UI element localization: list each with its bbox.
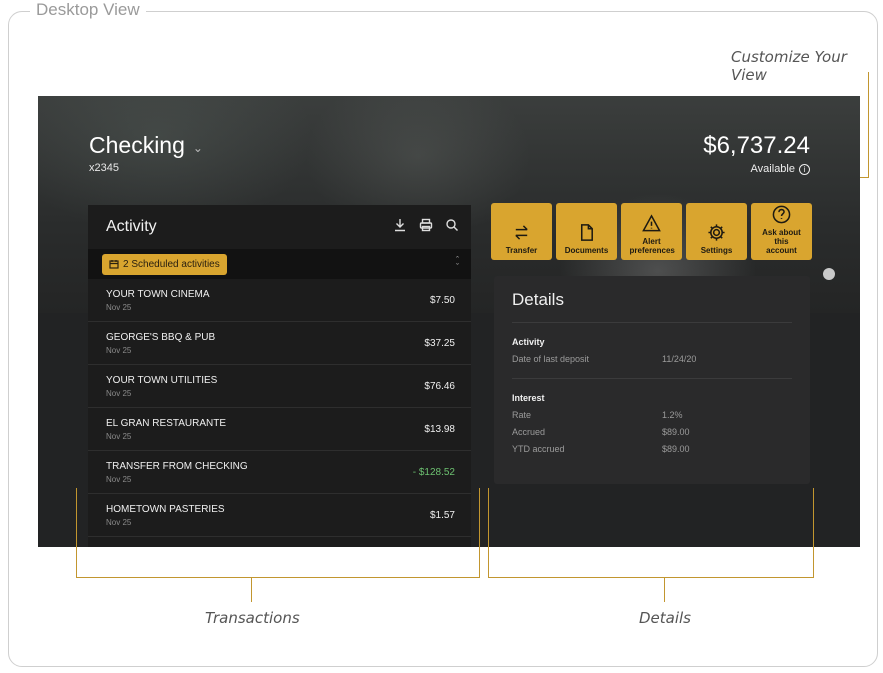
settings-button[interactable]: Settings (686, 203, 747, 260)
transaction-name: TRANSFER FROM CHECKING (106, 460, 248, 472)
scheduled-activities-button[interactable]: 2 Scheduled activities (102, 253, 227, 275)
transaction-date: Nov 25 (106, 345, 132, 355)
transaction-row[interactable]: YOUR TOWN UTILITIES Nov 25 $76.46 (88, 365, 471, 408)
calendar-icon (109, 260, 119, 269)
transaction-row[interactable]: YOUR TOWN CINEMA Nov 25 $7.50 (88, 279, 471, 322)
transaction-info: EL GRAN RESTAURANTE Nov 25 (106, 418, 226, 441)
scheduled-activities-label: 2 Scheduled activities (123, 258, 220, 270)
app-screen: Checking ⌄ x2345 $6,737.24 Available i A… (38, 96, 860, 547)
transaction-date: Nov 25 (106, 388, 132, 398)
details-panel: Details Activity Date of last deposit 11… (494, 276, 810, 484)
transaction-info: YOUR TOWN CINEMA Nov 25 (106, 289, 210, 312)
transaction-info: TRANSFER FROM CHECKING Nov 25 (106, 461, 248, 484)
customize-connector (868, 72, 869, 177)
alert-icon (642, 214, 661, 232)
transfer-button[interactable]: Transfer (491, 203, 552, 260)
alert-preferences-button[interactable]: Alert preferences (621, 203, 682, 260)
ask-about-account-button[interactable]: Ask about this account (751, 203, 812, 260)
download-icon[interactable] (393, 218, 407, 237)
account-name: Checking (89, 132, 185, 158)
action-tiles: Transfer Documents Alert preferences Set… (491, 203, 812, 260)
transaction-name: YOUR TOWN CINEMA (106, 288, 210, 300)
transaction-amount: $76.46 (424, 380, 455, 392)
details-stem (664, 578, 665, 602)
customize-annotation: Customize Your View (731, 48, 847, 84)
transaction-amount: - $128.52 (412, 466, 455, 478)
available-label: Available (750, 163, 795, 175)
details-divider (512, 378, 792, 379)
transaction-date: Nov 25 (106, 431, 132, 441)
transaction-row[interactable]: GEORGE'S BBQ & PUB Nov 25 $37.25 (88, 322, 471, 365)
account-number: x2345 (89, 162, 119, 174)
sort-icon[interactable]: ˆˇ (456, 256, 459, 272)
stage: Desktop View Customize Your View Checkin… (0, 0, 883, 673)
transaction-name: YOUR TOWN UTILITIES (106, 374, 218, 386)
transaction-amount: $37.25 (424, 337, 455, 349)
activity-toolbar (393, 218, 459, 237)
transactions-stem (251, 578, 252, 602)
activity-header: Activity (88, 205, 471, 249)
frame-legend: Desktop View (30, 0, 146, 20)
transaction-row[interactable]: EL GRAN RESTAURANTE Nov 25 $13.98 (88, 408, 471, 451)
search-icon[interactable] (445, 218, 459, 237)
documents-button[interactable]: Documents (556, 203, 617, 260)
details-title: Details (512, 290, 792, 323)
transaction-name: EL GRAN RESTAURANTE (106, 417, 227, 429)
transaction-date: Nov 25 (106, 474, 132, 484)
details-annotation: Details (639, 609, 692, 627)
details-activity-heading: Activity (512, 337, 545, 347)
account-balance: $6,737.24 (703, 132, 810, 159)
detail-row-rate: Rate 1.2% (512, 410, 683, 420)
scheduled-bar: 2 Scheduled activities ˆˇ (88, 249, 471, 279)
transactions-annotation: Transactions (205, 609, 300, 627)
detail-row-last-deposit: Date of last deposit 11/24/20 (512, 354, 697, 364)
details-interest-heading: Interest (512, 393, 545, 403)
available-label-row: Available i (751, 163, 810, 175)
transaction-amount: $7.50 (429, 294, 455, 306)
activity-title: Activity (106, 218, 157, 235)
transaction-info: GEORGE'S BBQ & PUB Nov 25 (106, 332, 215, 355)
question-icon (772, 205, 791, 224)
detail-row-ytd-accrued: YTD accrued $89.00 (512, 444, 690, 454)
hero-dot (823, 268, 835, 280)
print-icon[interactable] (419, 218, 433, 237)
detail-row-accrued: Accrued $89.00 (512, 427, 690, 437)
chevron-down-icon: ⌄ (192, 140, 203, 155)
transactions-bracket (76, 488, 480, 578)
details-bracket (488, 488, 814, 578)
account-selector[interactable]: Checking ⌄ (89, 132, 203, 159)
transaction-date: Nov 25 (106, 302, 132, 312)
document-icon (580, 224, 593, 241)
transaction-amount: $13.98 (424, 423, 455, 435)
gear-icon (708, 224, 725, 241)
transaction-info: YOUR TOWN UTILITIES Nov 25 (106, 375, 217, 398)
info-icon[interactable]: i (799, 163, 810, 175)
transaction-name: GEORGE'S BBQ & PUB (106, 331, 216, 343)
transfer-icon (515, 225, 528, 240)
